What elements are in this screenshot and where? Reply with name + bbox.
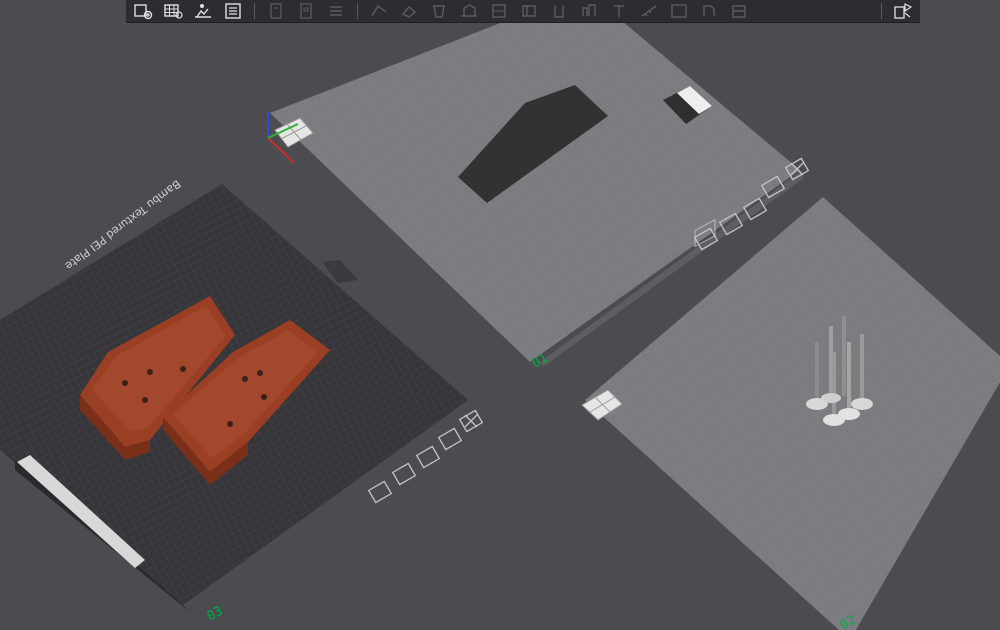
3d-viewport[interactable]: 01 02 Bambu Textured PEI Plate 03 xyxy=(0,0,1000,630)
plate-03-orient-button[interactable] xyxy=(391,462,417,486)
plate-03-delete-icon xyxy=(464,414,478,428)
seam-paint-button[interactable] xyxy=(546,1,572,21)
toolbar-separator xyxy=(881,3,882,19)
plate-03-number: 03 xyxy=(205,604,226,625)
color-paint-button[interactable] xyxy=(576,1,602,21)
menu-list-icon xyxy=(330,6,342,16)
auto-orient-button[interactable] xyxy=(190,1,216,21)
text-emboss-button[interactable] xyxy=(606,1,632,21)
assembly-button[interactable] xyxy=(666,1,692,21)
toolbar-separator xyxy=(254,3,255,19)
arrange-button[interactable] xyxy=(160,1,186,21)
add-plate-icon xyxy=(134,4,153,20)
cut-icon xyxy=(492,4,506,18)
plate-03-arrange-button[interactable] xyxy=(415,445,441,469)
measure-button[interactable] xyxy=(636,1,662,21)
assembly-icon xyxy=(671,4,687,18)
variable-layer-icon xyxy=(732,5,746,18)
text-emboss-icon xyxy=(614,5,624,17)
support-paint-button[interactable] xyxy=(516,1,542,21)
rotate-icon xyxy=(401,6,417,18)
move-icon xyxy=(371,4,387,17)
scale-button[interactable] xyxy=(426,1,452,21)
top-toolbar xyxy=(126,0,920,23)
variable-layer-button[interactable] xyxy=(726,1,752,21)
move-button[interactable] xyxy=(366,1,392,21)
scale-icon xyxy=(433,5,445,18)
measure-icon xyxy=(641,5,657,17)
layers-icon xyxy=(270,3,282,19)
plate-list-button[interactable] xyxy=(220,1,246,21)
lay-flat-icon xyxy=(461,4,477,17)
slice-page-icon xyxy=(300,3,312,19)
mesh-boolean-icon xyxy=(703,5,715,16)
lay-flat-button[interactable] xyxy=(456,1,482,21)
plate-03-lock-button[interactable] xyxy=(437,427,463,451)
slice-page-button[interactable] xyxy=(293,1,319,21)
seam-paint-icon xyxy=(554,5,564,18)
menu-list-button[interactable] xyxy=(323,1,349,21)
plate-list-icon xyxy=(225,3,241,19)
split-view-icon xyxy=(894,3,913,19)
plate-03[interactable]: Bambu Textured PEI Plate 03 xyxy=(0,177,468,624)
auto-orient-icon xyxy=(195,4,211,18)
add-plate-button[interactable] xyxy=(130,1,156,21)
cut-button[interactable] xyxy=(486,1,512,21)
color-paint-icon xyxy=(582,4,596,16)
split-view-button[interactable] xyxy=(890,1,916,21)
rotate-button[interactable] xyxy=(396,1,422,21)
mesh-boolean-button[interactable] xyxy=(696,1,722,21)
plate-03-camera-button[interactable] xyxy=(367,480,393,504)
toolbar-separator xyxy=(357,3,358,19)
support-paint-icon xyxy=(522,5,536,17)
arrange-grid-icon xyxy=(164,4,183,19)
layers-button[interactable] xyxy=(263,1,289,21)
